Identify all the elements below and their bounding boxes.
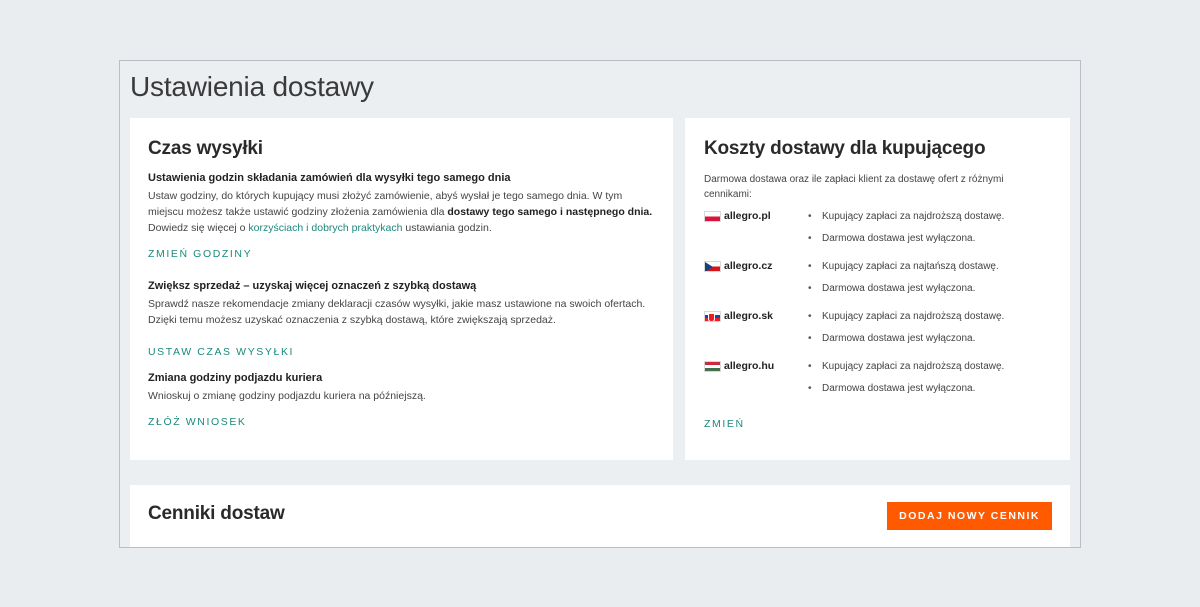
change-costs-link[interactable]: ZMIEŃ: [704, 418, 745, 430]
market-row-hu: allegro.hu Kupujący zapłaci za najdroższ…: [704, 356, 1051, 406]
rule-item: Darmowa dostawa jest wyłączona.: [808, 328, 1004, 350]
add-price-list-button[interactable]: DODAJ NOWY CENNIK: [887, 502, 1052, 530]
flag-pl-icon: [704, 210, 721, 222]
section-text: Sprawdź nasze rekomendacje zmiany deklar…: [148, 298, 646, 326]
text-part: ustawiania godzin.: [402, 222, 492, 234]
rule-item: Kupujący zapłaci za najdroższą dostawę.: [808, 306, 1004, 328]
text-part: Dowiedz się więcej o: [148, 222, 249, 234]
benefits-link[interactable]: korzyściach i dobrych praktykach: [248, 222, 402, 234]
set-shipping-time-link[interactable]: USTAW CZAS WYSYŁKI: [148, 346, 294, 358]
market-rules: Kupujący zapłaci za najdroższą dostawę. …: [808, 206, 1004, 250]
market-rules: Kupujący zapłaci za najtańszą dostawę. D…: [808, 256, 999, 300]
section-title: Ustawienia godzin składania zamówień dla…: [148, 172, 511, 184]
buyer-costs-card: Koszty dostawy dla kupującego Darmowa do…: [685, 118, 1070, 460]
market-row-cz: allegro.cz Kupujący zapłaci za najtańszą…: [704, 256, 1051, 306]
section-text: Wnioskuj o zmianę godziny podjazdu kurie…: [148, 390, 426, 402]
buyer-costs-heading: Koszty dostawy dla kupującego: [704, 138, 986, 159]
market-row-pl: allegro.pl Kupujący zapłaci za najdroższ…: [704, 206, 1051, 256]
flag-sk-icon: [704, 310, 721, 322]
section-text: Ustaw godziny, do których kupujący musi …: [148, 188, 655, 236]
market-rules: Kupujący zapłaci za najdroższą dostawę. …: [808, 306, 1004, 350]
courier-pickup-section: Zmiana godziny podjazdu kuriera Wnioskuj…: [148, 372, 655, 430]
text-bold: dostawy tego samego i następnego dnia.: [447, 206, 653, 218]
market-name: allegro.cz: [724, 260, 773, 272]
market-name: allegro.hu: [724, 360, 775, 372]
market-rules: Kupujący zapłaci za najdroższą dostawę. …: [808, 356, 1004, 400]
price-lists-card: Cenniki dostaw DODAJ NOWY CENNIK: [130, 485, 1070, 547]
boost-sales-section: Zwiększ sprzedaż – uzyskaj więcej oznacz…: [148, 280, 655, 360]
flag-cz-icon: [704, 260, 721, 272]
change-hours-link[interactable]: ZMIEŃ GODZINY: [148, 248, 252, 260]
buyer-costs-description: Darmowa dostawa oraz ile zapłaci klient …: [704, 174, 1004, 200]
rule-item: Darmowa dostawa jest wyłączona.: [808, 378, 1004, 400]
shipping-time-card: Czas wysyłki Ustawienia godzin składania…: [130, 118, 673, 460]
page-title: Ustawienia dostawy: [130, 71, 374, 102]
rule-item: Kupujący zapłaci za najtańszą dostawę.: [808, 256, 999, 278]
submit-request-link[interactable]: ZŁÓŻ WNIOSEK: [148, 416, 247, 428]
market-name: allegro.pl: [724, 210, 771, 222]
rule-item: Darmowa dostawa jest wyłączona.: [808, 228, 1004, 250]
same-day-hours-section: Ustawienia godzin składania zamówień dla…: [148, 172, 655, 262]
market-row-sk: allegro.sk Kupujący zapłaci za najdroższ…: [704, 306, 1051, 356]
flag-hu-icon: [704, 360, 721, 372]
rule-item: Darmowa dostawa jest wyłączona.: [808, 278, 999, 300]
section-title: Zmiana godziny podjazdu kuriera: [148, 372, 323, 384]
section-title: Zwiększ sprzedaż – uzyskaj więcej oznacz…: [148, 280, 477, 292]
shipping-time-heading: Czas wysyłki: [148, 138, 263, 159]
rule-item: Kupujący zapłaci za najdroższą dostawę.: [808, 356, 1004, 378]
market-name: allegro.sk: [724, 310, 774, 322]
rule-item: Kupujący zapłaci za najdroższą dostawę.: [808, 206, 1004, 228]
settings-frame: Ustawienia dostawy Czas wysyłki Ustawien…: [119, 60, 1081, 548]
